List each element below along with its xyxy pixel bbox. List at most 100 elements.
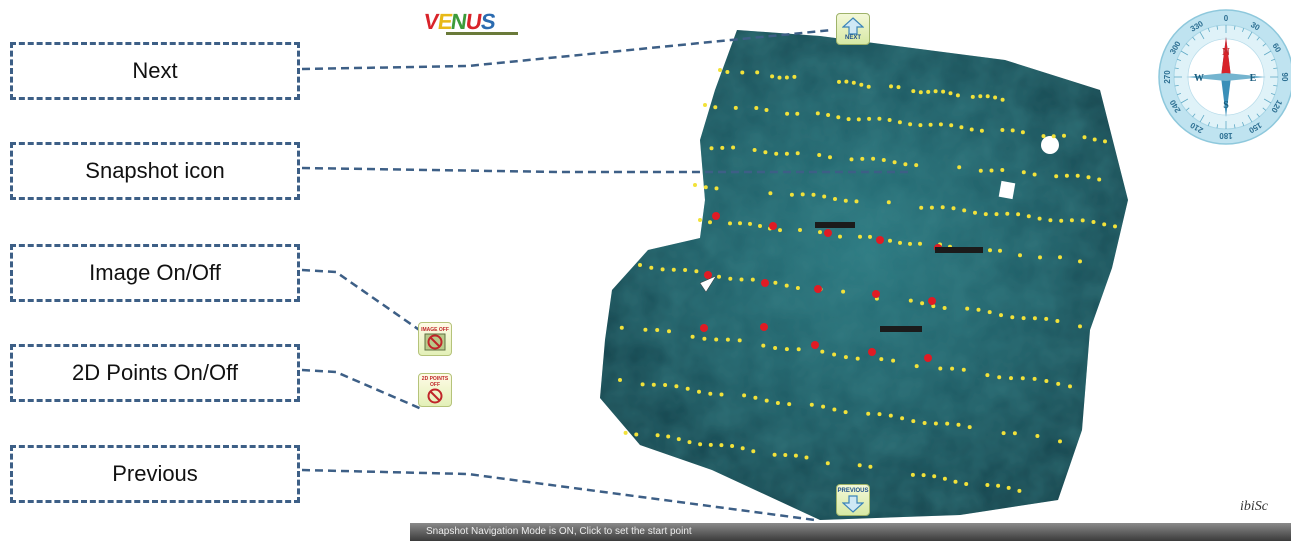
snapshot-point[interactable] [928,297,936,305]
point-2d [1055,319,1059,323]
compass-tick [1177,59,1181,60]
point-2d [666,435,670,439]
point-2d [996,484,1000,488]
point-2d [693,183,697,187]
point-2d [867,85,871,89]
image-toggle-button[interactable]: IMAGE OFF [418,322,452,356]
point-2d [857,117,861,121]
snapshot-point[interactable] [876,236,884,244]
point-2d [971,95,975,99]
seabed-mosaic[interactable] [600,30,1128,520]
point-2d [796,286,800,290]
snapshot-point[interactable] [761,279,769,287]
image-off-icon [424,333,446,351]
snapshot-point[interactable] [934,244,942,252]
map-label-2 [935,247,983,253]
compass-tick [1257,37,1260,40]
point-2d [730,444,734,448]
next-button[interactable]: NEXT [836,13,870,45]
snapshot-point[interactable] [712,212,720,220]
point-2d [919,90,923,94]
points-off-icon [426,388,444,404]
point-2d [1033,377,1037,381]
point-2d [985,373,989,377]
point-2d [888,118,892,122]
snapshot-point[interactable] [760,323,768,331]
point-2d [1068,384,1072,388]
snapshot-point[interactable] [811,341,819,349]
compass-degree-label: 270 [1163,70,1172,84]
point-2d [911,89,915,93]
point-2d [810,403,814,407]
point-2d [908,242,912,246]
point-2d [990,169,994,173]
compass-tick [1271,93,1275,94]
point-2d [691,335,695,339]
snapshot-point[interactable] [872,290,880,298]
point-2d [1005,212,1009,216]
snapshot-point[interactable] [868,348,876,356]
previous-button[interactable]: PREVIOUS [836,484,870,516]
point-2d [820,350,824,354]
point-2d [1021,376,1025,380]
previous-button-label: PREVIOUS [837,488,868,495]
point-2d [938,367,942,371]
point-2d [787,402,791,406]
point-2d [977,308,981,312]
compass-degree-label: 30 [1249,20,1262,33]
snapshot-points-layer [700,212,942,362]
compass-tick [1208,28,1209,32]
compass-south: S [1223,100,1229,111]
compass-tick [1263,108,1266,111]
point-2d [755,70,759,74]
point-2d [836,115,840,119]
point-2d [768,191,772,195]
point-2d [922,473,926,477]
point-2d [805,456,809,460]
snapshot-icon[interactable] [700,276,716,292]
callout-previous: Previous [10,445,300,503]
point-2d [954,480,958,484]
point-2d [819,287,823,291]
compass-tick [1273,68,1277,69]
point-2d [879,357,883,361]
point-2d [751,449,755,453]
snapshot-point[interactable] [700,324,708,332]
snapshot-point[interactable] [824,229,832,237]
point-2d [738,221,742,225]
points-toggle-button[interactable]: 2D POINTS OFF [418,373,452,407]
snapshot-point[interactable] [924,354,932,362]
snapshot-point[interactable] [769,222,777,230]
point-2d [641,382,645,386]
point-2d [1010,315,1014,319]
snapshot-point[interactable] [814,285,822,293]
point-2d [965,307,969,311]
point-2d [1103,139,1107,143]
connector-next [302,30,832,69]
point-2d [674,384,678,388]
compass-rose: 0306090120150180210240270300330 N S E W [1159,10,1291,144]
point-2d [932,474,936,478]
point-2d [844,355,848,359]
point-2d [877,117,881,121]
point-2d [962,208,966,212]
point-2d [1056,382,1060,386]
snapshot-point[interactable] [704,271,712,279]
point-2d [634,433,638,437]
point-2d [997,375,1001,379]
point-2d [1113,224,1117,228]
compass-east: E [1250,73,1257,84]
point-2d [1001,98,1005,102]
point-2d [859,83,863,87]
point-2d [656,433,660,437]
point-2d [844,199,848,203]
point-2d [1035,434,1039,438]
point-2d [889,84,893,88]
point-2d [1033,316,1037,320]
point-2d [871,157,875,161]
point-2d [939,122,943,126]
point-2d [850,157,854,161]
point-2d [988,310,992,314]
map-label-1 [815,222,855,228]
compass-tick [1208,122,1209,126]
